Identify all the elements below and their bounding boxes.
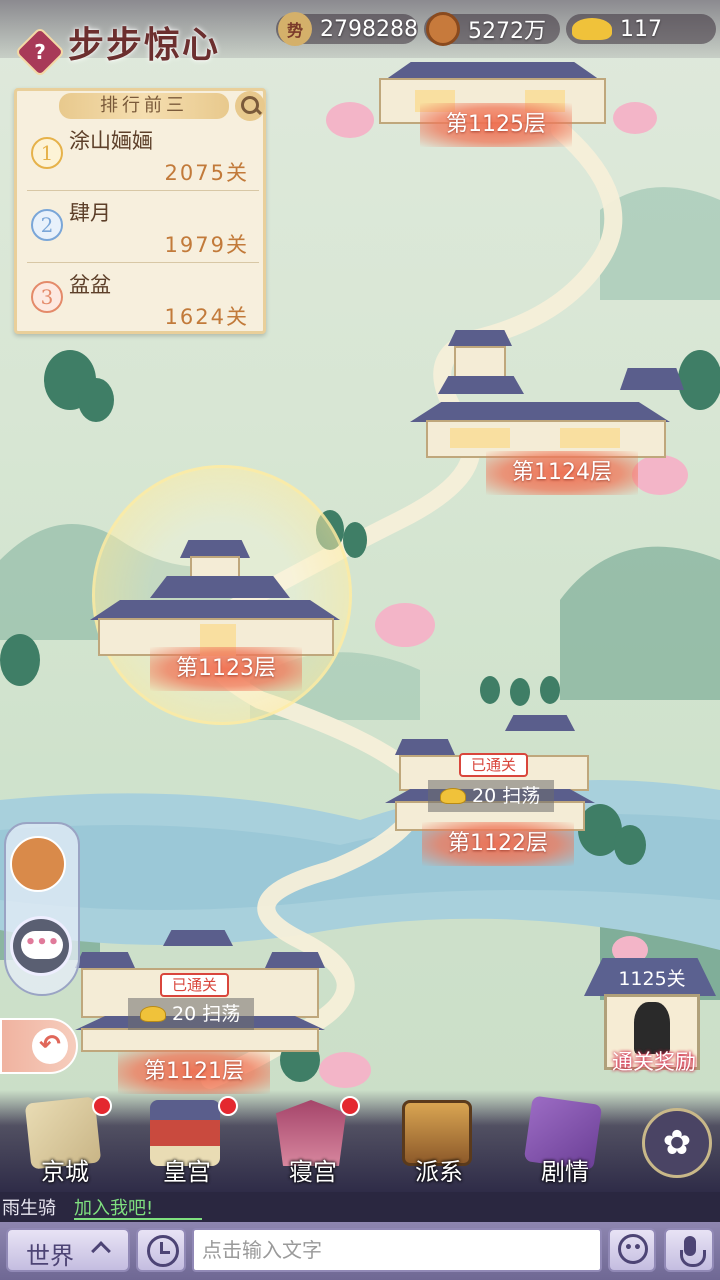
back-button[interactable]: ↶ bbox=[0, 1018, 78, 1074]
nav-label-bedchamber: 寝宫 bbox=[289, 1158, 337, 1186]
flower-menu-icon[interactable]: ✿ bbox=[642, 1108, 712, 1178]
ticker-message[interactable]: 加入我吧! bbox=[74, 1194, 153, 1220]
nav-item-capital[interactable]: 京城 bbox=[10, 1096, 120, 1192]
rank-badge: 3 bbox=[31, 281, 63, 313]
ranking-row-1[interactable]: 1 涂山婳婳 2075关 bbox=[27, 121, 259, 191]
flower-glyph: ✿ bbox=[662, 1123, 692, 1163]
palace-floor-1123[interactable] bbox=[90, 540, 350, 660]
sweep-button-1122[interactable]: 20 扫荡 bbox=[428, 780, 555, 812]
copper-coin-icon bbox=[426, 12, 460, 46]
status-seal-icon: 势 bbox=[278, 12, 312, 46]
gold-ingot-icon bbox=[140, 1006, 166, 1022]
bottom-nav: 京城 皇宫 寝宫 派系 剧情 bbox=[0, 1090, 720, 1192]
game-title: 步步惊心 bbox=[68, 24, 221, 66]
resource-copper-value: 5272万 bbox=[468, 19, 546, 44]
channel-select-button[interactable]: 世界 bbox=[6, 1228, 130, 1272]
chat-ticker[interactable]: 雨生骑 加入我吧! bbox=[0, 1192, 720, 1222]
notification-dot bbox=[92, 1096, 112, 1116]
pet-avatar-icon[interactable] bbox=[10, 836, 66, 892]
channel-label: 世界 bbox=[26, 1242, 74, 1270]
rank-player-level: 2075关 bbox=[164, 161, 249, 185]
palace-floor-1124[interactable] bbox=[410, 330, 684, 460]
ranking-title: 排行前三 bbox=[59, 93, 229, 119]
chevron-up-icon bbox=[91, 1241, 111, 1261]
ranking-row-2[interactable]: 2 肆月 1979关 bbox=[27, 193, 259, 263]
rank-player-name: 肆月 bbox=[69, 201, 111, 225]
nav-item-story[interactable]: 剧情 bbox=[510, 1095, 620, 1192]
notification-dot bbox=[340, 1096, 360, 1116]
rank-badge: 1 bbox=[31, 137, 63, 169]
nav-item-bedchamber[interactable]: 寝宫 bbox=[258, 1096, 368, 1192]
sweep-label-1121: 20 扫荡 bbox=[172, 1003, 241, 1025]
floor-label-1124[interactable]: 第1124层 bbox=[486, 451, 638, 495]
sweep-button-1121[interactable]: 20 扫荡 bbox=[128, 998, 255, 1030]
nav-label-faction: 派系 bbox=[415, 1158, 463, 1186]
rank-player-level: 1979关 bbox=[164, 233, 249, 257]
search-icon[interactable] bbox=[235, 91, 265, 121]
history-clock-icon[interactable] bbox=[136, 1228, 186, 1272]
resource-copper[interactable]: 5272万 bbox=[426, 10, 546, 48]
rank-player-name: 盆盆 bbox=[69, 273, 111, 297]
floor-label-1121[interactable]: 第1121层 bbox=[118, 1050, 270, 1094]
cleared-badge-1122: 已通关 bbox=[459, 753, 529, 777]
floor-label-1122[interactable]: 第1122层 bbox=[422, 822, 574, 866]
gold-ingot-icon bbox=[440, 788, 466, 804]
cleared-badge-1121: 已通关 bbox=[160, 973, 230, 997]
gold-ingot-icon bbox=[572, 18, 612, 40]
back-arrow-icon: ↶ bbox=[32, 1028, 68, 1064]
resource-gold[interactable]: 117 bbox=[572, 10, 662, 48]
sweep-label-1122: 20 扫荡 bbox=[472, 785, 541, 807]
emoji-face-icon: •• bbox=[618, 1234, 648, 1264]
resource-status-value: 2798288 bbox=[320, 16, 418, 42]
rank-player-name: 涂山婳婳 bbox=[69, 129, 153, 153]
question-mark-icon: ? bbox=[34, 40, 46, 64]
nav-item-palace[interactable]: 皇宫 bbox=[132, 1096, 242, 1192]
ranking-panel: 排行前三 1 涂山婳婳 2075关 2 肆月 1979关 3 盆盆 1624关 bbox=[14, 88, 266, 334]
ticker-underline bbox=[74, 1218, 202, 1220]
resource-status[interactable]: 势 2798288 bbox=[278, 10, 418, 48]
ranking-row-3[interactable]: 3 盆盆 1624关 bbox=[27, 265, 259, 335]
reward-level: 1125关 bbox=[618, 968, 686, 990]
rank-badge: 2 bbox=[31, 209, 63, 241]
emoji-button[interactable]: •• bbox=[608, 1228, 656, 1272]
nav-label-palace: 皇宫 bbox=[163, 1158, 211, 1186]
rank-player-level: 1624关 bbox=[164, 305, 249, 329]
nav-label-capital: 京城 bbox=[41, 1158, 89, 1186]
chat-input-bar: 世界 •• bbox=[0, 1222, 720, 1280]
chat-bubble-dots: ••• bbox=[21, 931, 63, 959]
notification-dot bbox=[218, 1096, 238, 1116]
nav-item-faction[interactable]: 派系 bbox=[384, 1096, 494, 1192]
chat-bubble-icon[interactable]: ••• bbox=[10, 916, 72, 976]
resource-gold-value: 117 bbox=[620, 16, 662, 42]
clear-reward-button[interactable]: 1125关 通关奖励 bbox=[584, 958, 720, 1078]
nav-label-story: 剧情 bbox=[541, 1158, 589, 1186]
ticker-sender: 雨生骑 bbox=[2, 1198, 56, 1219]
floor-label-1123[interactable]: 第1123层 bbox=[150, 647, 302, 691]
microphone-icon[interactable] bbox=[664, 1228, 714, 1272]
chat-text-input[interactable] bbox=[192, 1228, 602, 1272]
floor-label-1125[interactable]: 第1125层 bbox=[420, 103, 572, 147]
reward-label: 通关奖励 bbox=[612, 1050, 696, 1074]
